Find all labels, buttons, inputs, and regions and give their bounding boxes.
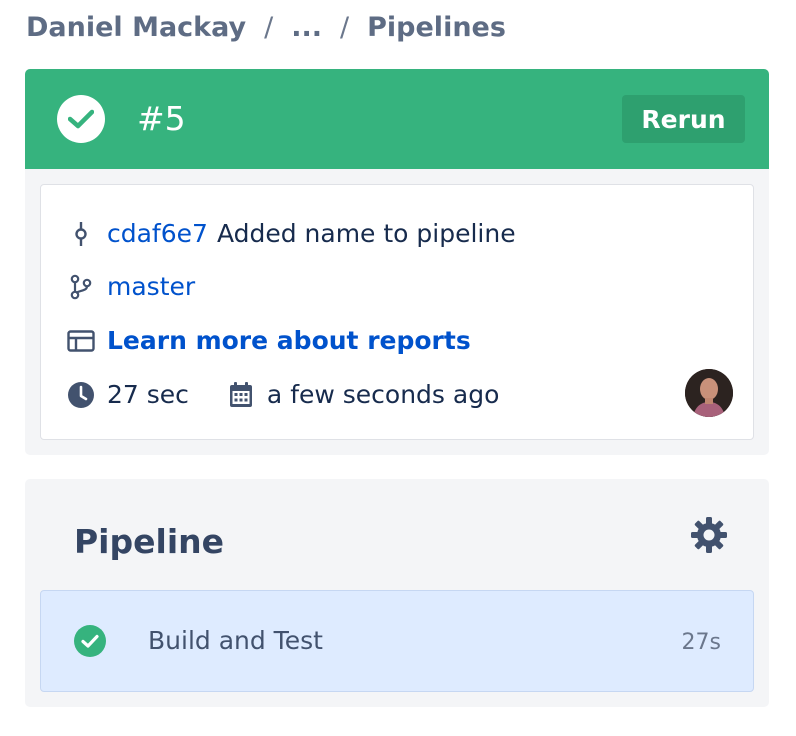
run-time-ago: a few seconds ago — [266, 380, 500, 409]
breadcrumb-owner[interactable]: Daniel Mackay — [26, 12, 246, 43]
breadcrumb-separator: / — [264, 12, 274, 43]
success-status-icon — [57, 95, 105, 143]
breadcrumb-pipelines[interactable]: Pipelines — [367, 12, 506, 43]
calendar-icon — [227, 381, 255, 409]
timing-row: 27 sec a few seconds ago — [67, 380, 499, 409]
run-header: #5 Rerun — [25, 69, 769, 169]
pipeline-title: Pipeline — [74, 522, 224, 561]
run-card: #5 Rerun cdaf6e7 Added name to pipeline — [25, 69, 769, 455]
reports-row: Learn more about reports — [67, 326, 471, 355]
run-number: #5 — [137, 99, 186, 138]
branch-row: master — [67, 272, 195, 301]
breadcrumb-ellipsis[interactable]: ... — [291, 12, 322, 43]
branch-icon — [67, 273, 95, 301]
gear-icon[interactable] — [689, 515, 729, 555]
commit-icon — [67, 220, 95, 248]
run-duration: 27 sec — [107, 380, 189, 409]
run-details: cdaf6e7 Added name to pipeline master Le… — [40, 184, 754, 440]
breadcrumb-separator: / — [340, 12, 350, 43]
pipeline-card: Pipeline Build and Test 27s — [25, 479, 769, 707]
author-avatar[interactable] — [685, 369, 733, 417]
commit-message: Added name to pipeline — [216, 219, 516, 248]
pipeline-step-row[interactable]: Build and Test 27s — [40, 590, 754, 692]
check-icon — [68, 109, 94, 129]
rerun-button[interactable]: Rerun — [622, 95, 745, 143]
breadcrumb: Daniel Mackay / ... / Pipelines — [26, 12, 506, 43]
step-duration: 27s — [681, 630, 721, 655]
step-success-icon — [74, 625, 106, 662]
commit-row: cdaf6e7 Added name to pipeline — [67, 219, 516, 248]
report-icon — [67, 327, 95, 355]
commit-hash-link[interactable]: cdaf6e7 — [107, 219, 208, 248]
step-name: Build and Test — [148, 626, 323, 655]
branch-link[interactable]: master — [107, 272, 195, 301]
learn-reports-link[interactable]: Learn more about reports — [107, 326, 471, 355]
clock-icon — [67, 381, 95, 409]
